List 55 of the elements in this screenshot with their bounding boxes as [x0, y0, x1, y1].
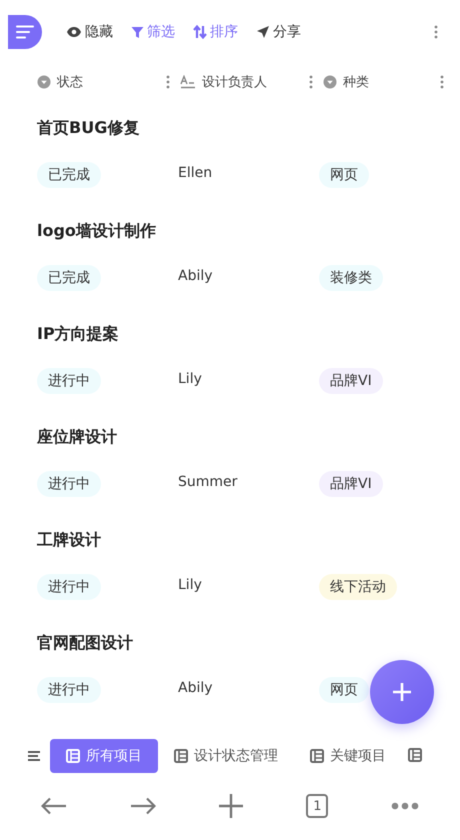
column-header: 状态 — [57, 74, 84, 91]
record-title[interactable]: 首页BUG修复 — [37, 116, 140, 140]
category-tag: 线下活动 — [319, 574, 397, 600]
eye-icon — [66, 26, 82, 38]
send-icon — [256, 25, 270, 39]
owner-name: Abily — [178, 267, 213, 285]
owner-name: Abily — [178, 679, 213, 697]
add-button[interactable] — [370, 660, 434, 724]
status-tag: 已完成 — [37, 265, 101, 291]
record-title[interactable]: 座位牌设计 — [37, 425, 117, 449]
share-button[interactable]: 分享 — [256, 23, 301, 41]
owner-name: Lily — [178, 370, 202, 388]
owner-name: Lily — [178, 576, 202, 594]
record-title[interactable]: 官网配图设计 — [37, 631, 133, 655]
table-icon — [310, 749, 324, 763]
column-header: 设计负责人 — [202, 74, 268, 91]
more-icon[interactable] — [440, 75, 444, 89]
status-tag: 进行中 — [37, 677, 101, 703]
record-title[interactable]: 工牌设计 — [37, 528, 101, 552]
status-tag: 进行中 — [37, 368, 101, 394]
menu-icon — [16, 25, 34, 39]
category-tag: 装修类 — [319, 265, 383, 291]
dropdown-icon — [37, 75, 51, 89]
filter-icon — [131, 26, 144, 38]
list-icon[interactable] — [28, 751, 40, 761]
table-icon — [66, 749, 80, 763]
more-icon[interactable] — [390, 802, 419, 810]
plus-icon — [392, 682, 412, 702]
more-icon[interactable] — [434, 25, 438, 39]
category-tag: 品牌VI — [319, 471, 383, 497]
status-tag: 进行中 — [37, 574, 101, 600]
back-icon[interactable] — [41, 797, 68, 815]
view-tab[interactable]: 设计状态管理 — [158, 739, 294, 773]
column-header: 种类 — [343, 74, 370, 91]
owner-name: Ellen — [178, 164, 212, 182]
sort-icon — [193, 25, 207, 39]
view-tab[interactable]: 关键项目 — [294, 739, 402, 773]
status-tag: 已完成 — [37, 162, 101, 188]
forward-icon[interactable] — [130, 797, 156, 815]
category-tag: 网页 — [319, 162, 369, 188]
category-tag: 品牌VI — [319, 368, 383, 394]
tab-count-button[interactable]: 1 — [306, 794, 328, 818]
sort-button[interactable]: 排序 — [193, 23, 238, 41]
table-icon — [174, 749, 188, 763]
category-tag: 网页 — [319, 677, 369, 703]
view-tab[interactable]: 所有项目 — [50, 739, 158, 773]
status-tag: 进行中 — [37, 471, 101, 497]
menu-button[interactable] — [8, 15, 42, 49]
table-icon — [408, 748, 422, 762]
record-title[interactable]: logo墙设计制作 — [37, 219, 156, 243]
plus-icon[interactable] — [218, 793, 244, 819]
hide-button[interactable]: 隐藏 — [66, 23, 113, 41]
filter-button[interactable]: 筛选 — [131, 23, 175, 41]
record-title[interactable]: IP方向提案 — [37, 322, 119, 346]
owner-name: Summer — [178, 473, 238, 491]
